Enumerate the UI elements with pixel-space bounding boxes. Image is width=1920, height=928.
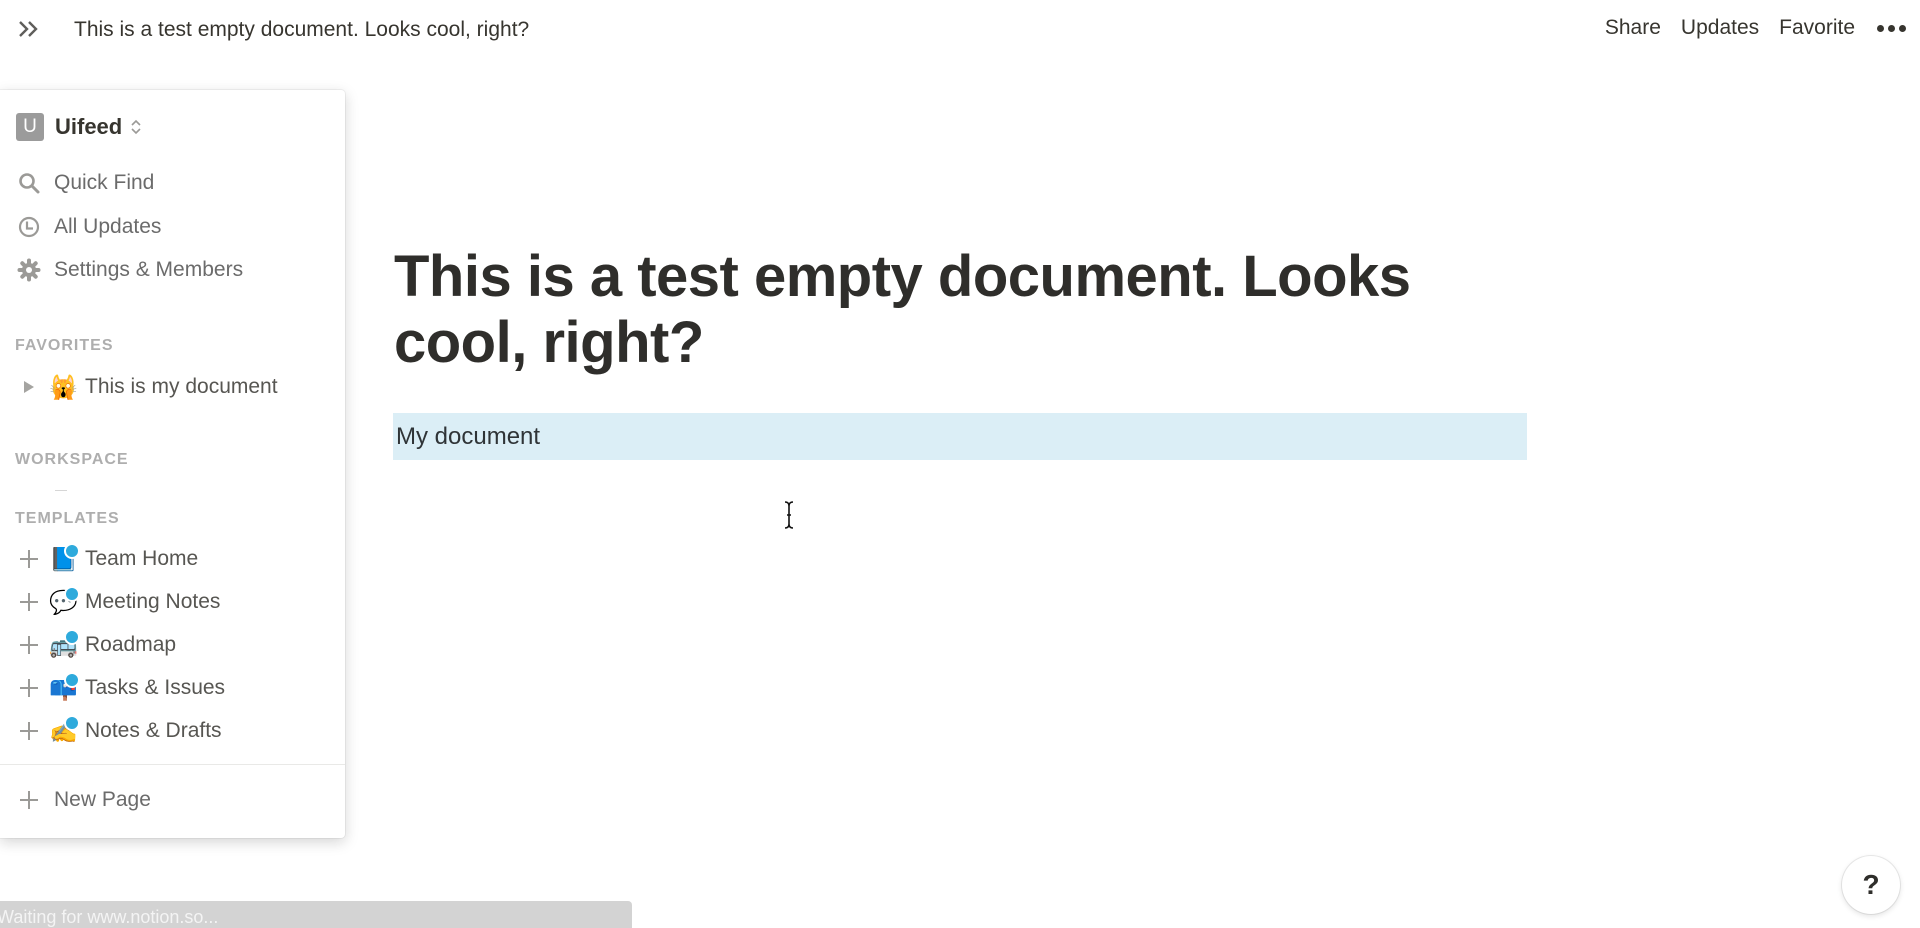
sidebar-item-label: Quick Find	[54, 171, 155, 194]
plus-icon[interactable]	[18, 591, 40, 613]
workspace-switcher[interactable]: U Uifeed	[16, 113, 142, 141]
new-badge-dot	[64, 586, 80, 602]
template-item-notes-drafts[interactable]: ✍️ Notes & Drafts	[18, 715, 222, 745]
new-page-button[interactable]: New Page	[16, 787, 151, 813]
plus-icon[interactable]	[18, 634, 40, 656]
gear-icon	[16, 257, 42, 283]
more-dot	[1888, 24, 1895, 32]
triangle-right-icon	[24, 381, 34, 393]
sidebar-item-label: All Updates	[54, 215, 162, 238]
search-icon	[16, 170, 42, 196]
expand-toggle[interactable]	[18, 376, 40, 398]
template-item-meeting-notes[interactable]: 💬 Meeting Notes	[18, 586, 221, 616]
new-badge-dot	[64, 672, 80, 688]
favorites-heading: FAVORITES	[15, 337, 114, 354]
template-label: Tasks & Issues	[85, 676, 226, 699]
chevron-up-down-icon	[131, 119, 141, 135]
sidebar-item-quick-find[interactable]: Quick Find	[16, 170, 154, 196]
page-emoji-icon: 🙀	[49, 374, 78, 400]
template-label: Notes & Drafts	[85, 719, 222, 742]
more-options-button[interactable]	[1875, 24, 1906, 32]
new-badge-dot	[64, 715, 80, 731]
workspace-avatar: U	[16, 113, 44, 141]
more-horizontal-icon	[1877, 24, 1884, 32]
new-badge-dot	[64, 543, 80, 559]
text-block[interactable]: My document	[393, 413, 1527, 460]
breadcrumb-page-title[interactable]: This is a test empty document. Looks coo…	[74, 18, 529, 42]
sidebar-item-all-updates[interactable]: All Updates	[16, 214, 161, 240]
page-title: This is my document	[85, 375, 278, 398]
writing-hand-emoji-icon: ✍️	[49, 715, 80, 745]
new-badge-dot	[64, 629, 80, 645]
template-label: Meeting Notes	[85, 590, 221, 613]
workspace-name: Uifeed	[55, 114, 123, 139]
template-item-tasks-issues[interactable]: 📪 Tasks & Issues	[18, 672, 226, 702]
expand-sidebar-button[interactable]	[14, 14, 44, 44]
plus-icon	[16, 787, 42, 813]
templates-heading: TEMPLATES	[15, 510, 120, 527]
clock-icon	[16, 214, 42, 240]
template-item-team-home[interactable]: 📘 Team Home	[18, 543, 199, 573]
sidebar-item-label: Settings & Members	[54, 258, 244, 281]
favorite-button[interactable]: Favorite	[1779, 16, 1855, 40]
workspace-empty-placeholder	[55, 490, 67, 491]
topbar-actions: Share Updates Favorite	[1605, 16, 1906, 40]
template-item-roadmap[interactable]: 🚌 Roadmap	[18, 629, 177, 659]
speech-bubble-emoji-icon: 💬	[49, 586, 80, 616]
top-bar: This is a test empty document. Looks coo…	[0, 0, 1920, 62]
more-dot	[1899, 24, 1906, 32]
mailbox-emoji-icon: 📪	[49, 672, 80, 702]
help-button[interactable]: ?	[1842, 856, 1900, 914]
new-page-label: New Page	[54, 788, 151, 811]
book-emoji-icon: 📘	[49, 543, 80, 573]
text-cursor-icon	[784, 501, 794, 529]
template-label: Roadmap	[85, 633, 177, 656]
plus-icon[interactable]	[18, 548, 40, 570]
double-chevron-right-icon	[19, 21, 38, 37]
updates-button[interactable]: Updates	[1681, 16, 1759, 40]
status-text: Waiting for www.notion.so...	[0, 907, 219, 927]
favorite-item[interactable]: 🙀 This is my document	[18, 373, 278, 401]
plus-icon[interactable]	[18, 720, 40, 742]
sidebar-divider	[0, 764, 345, 765]
sidebar: U Uifeed Quick Find All Updates Settings…	[0, 90, 345, 838]
sidebar-item-settings-members[interactable]: Settings & Members	[16, 257, 243, 283]
share-button[interactable]: Share	[1605, 16, 1661, 40]
page-title[interactable]: This is a test empty document. Looks coo…	[394, 244, 1554, 376]
browser-status-bar: Waiting for www.notion.so...	[0, 901, 632, 928]
plus-icon[interactable]	[18, 677, 40, 699]
template-label: Team Home	[85, 547, 199, 570]
workspace-heading: WORKSPACE	[15, 451, 129, 468]
bus-emoji-icon: 🚌	[49, 629, 80, 659]
